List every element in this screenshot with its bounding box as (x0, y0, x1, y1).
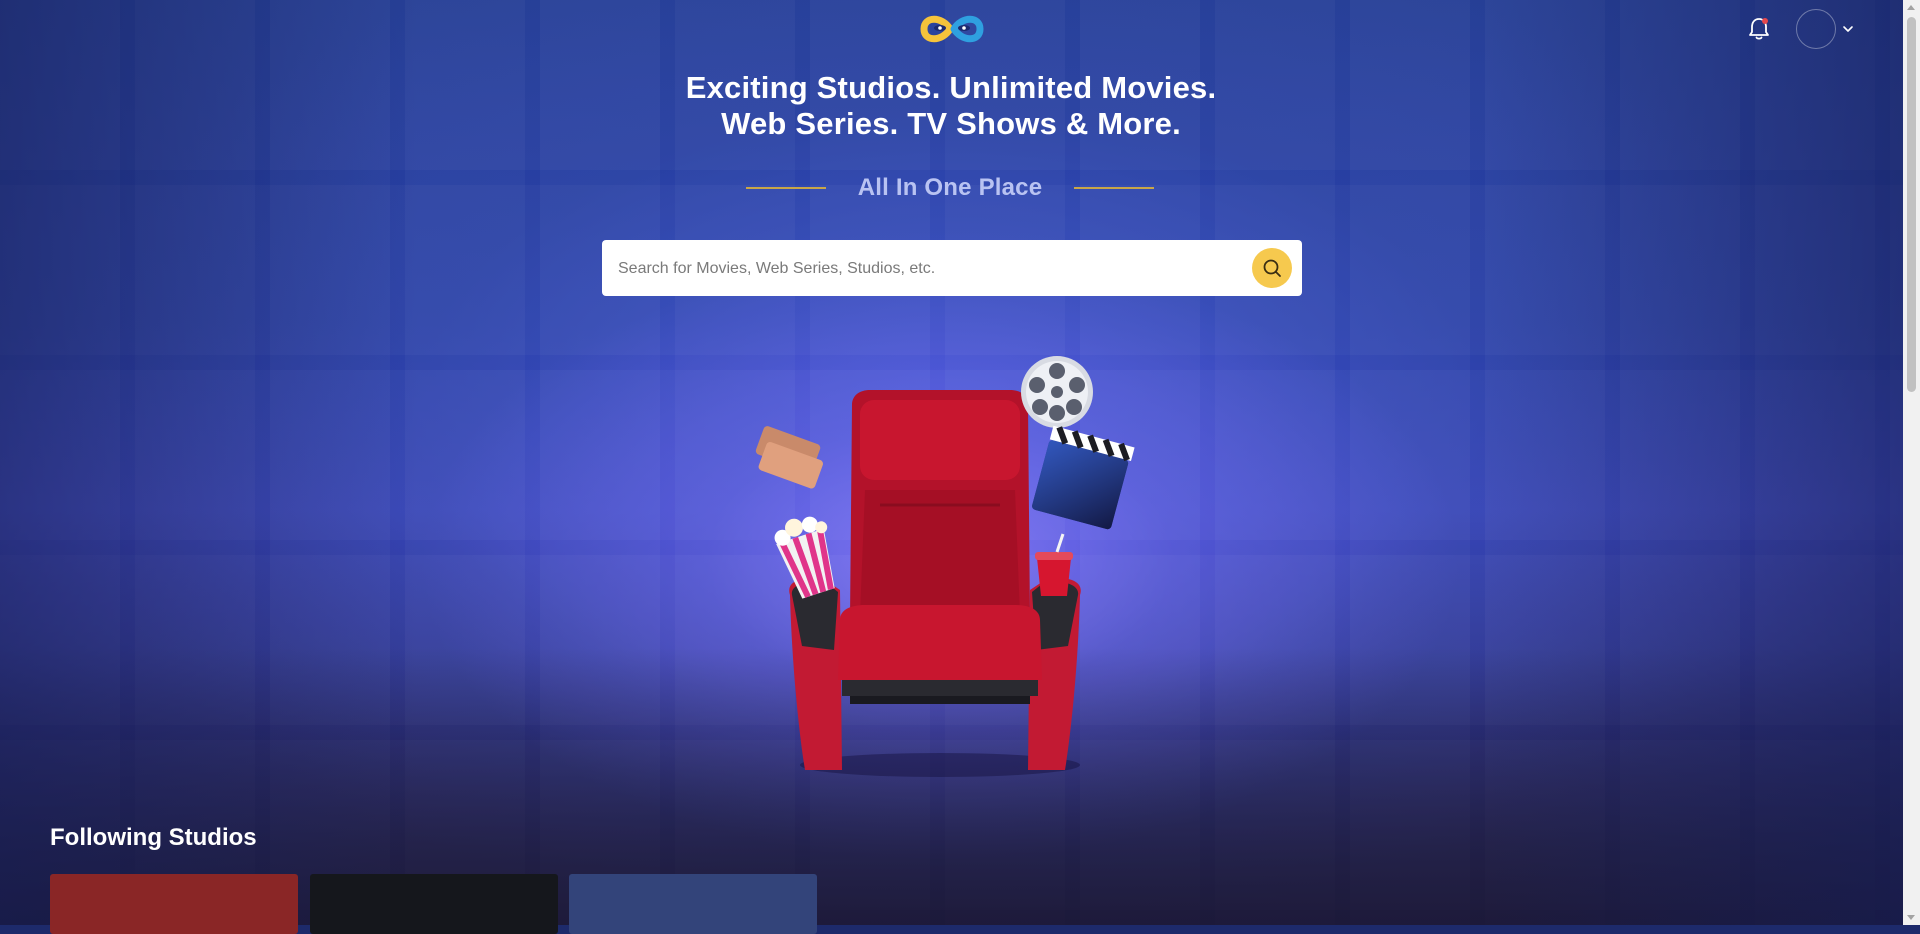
scroll-thumb[interactable] (1907, 17, 1916, 392)
hero-headline: Exciting Studios. Unlimited Movies. Web … (560, 70, 1342, 142)
following-studios-title: Following Studios (50, 824, 257, 851)
search-icon (1263, 259, 1281, 277)
scroll-up-arrow-icon[interactable] (1907, 5, 1915, 10)
page-scrollbar[interactable] (1903, 0, 1920, 925)
tagline-divider-right (1074, 187, 1155, 189)
notification-dot (1762, 18, 1768, 24)
tagline-row: All In One Place (740, 168, 1160, 208)
bell-icon[interactable] (1747, 16, 1771, 42)
chevron-down-icon[interactable] (1841, 22, 1855, 36)
scroll-down-arrow-icon[interactable] (1907, 915, 1915, 920)
studio-card[interactable] (50, 874, 298, 934)
headline-line-1: Exciting Studios. Unlimited Movies. (685, 70, 1217, 105)
headline-line-2: Web Series. TV Shows & More. (721, 106, 1181, 141)
logo-icon[interactable] (920, 8, 984, 50)
studio-card[interactable] (310, 874, 558, 934)
cinema-seat-illustration (730, 340, 1170, 780)
user-avatar[interactable] (1796, 9, 1836, 49)
studio-card[interactable] (569, 874, 817, 934)
search-bar (602, 240, 1302, 298)
search-button[interactable] (1252, 248, 1292, 288)
search-input[interactable] (616, 240, 1220, 298)
tagline-divider-left (745, 187, 826, 189)
tagline: All In One Place (857, 174, 1043, 201)
